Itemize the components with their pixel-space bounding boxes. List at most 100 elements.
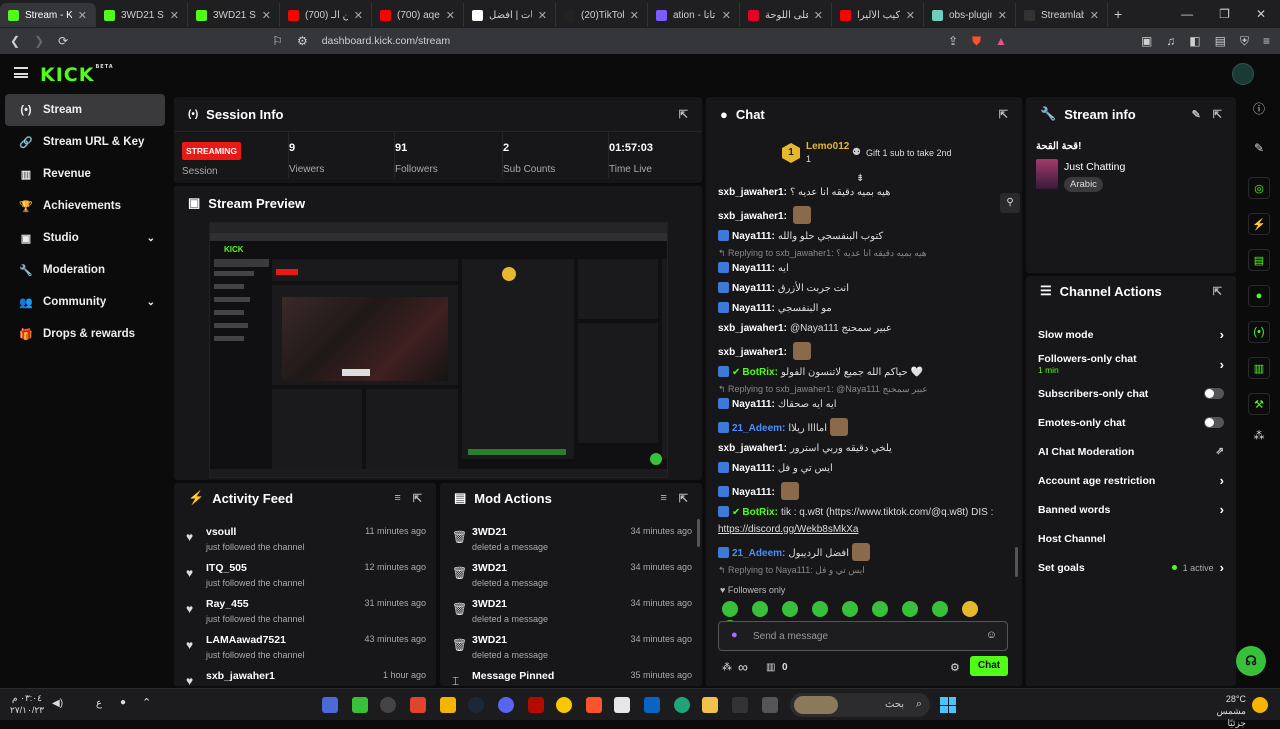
acrobat-icon[interactable] <box>528 697 544 713</box>
speaker-icon[interactable]: ◀) <box>52 698 63 709</box>
popout-icon[interactable]: ⇱ <box>1213 108 1222 121</box>
app-icon-15[interactable] <box>732 697 748 713</box>
back-icon[interactable]: ❮ <box>10 34 20 48</box>
app-icon-5[interactable] <box>440 697 456 713</box>
tab-close-icon[interactable]: ✕ <box>1090 9 1099 22</box>
popout-icon[interactable]: ⇱ <box>413 492 422 505</box>
browser-tab[interactable]: ation - فعالية تاتا ✕ <box>648 3 740 27</box>
outlook-icon[interactable] <box>644 697 660 713</box>
screenshot-icon[interactable]: ▣ <box>1141 34 1152 48</box>
tab-close-icon[interactable]: ✕ <box>78 9 87 22</box>
chat-username[interactable]: sxb_jawaher1: <box>718 443 787 454</box>
chevron-right-icon[interactable]: › <box>1220 327 1224 342</box>
language-tag[interactable]: Arabic <box>1064 177 1103 192</box>
kick-logo[interactable]: KICKBETA <box>40 64 114 86</box>
stack-icon[interactable]: ▥ <box>1248 357 1270 379</box>
reload-icon[interactable]: ⟳ <box>58 34 68 48</box>
mod-actions-scrollbar[interactable] <box>697 519 700 547</box>
channel-action-slow-mode[interactable]: Slow mode › <box>1026 320 1236 349</box>
language-indicator[interactable]: ع <box>96 698 102 709</box>
emote-button[interactable] <box>722 601 738 617</box>
chevron-down-icon[interactable]: ⌄ <box>147 297 155 308</box>
rewards-icon[interactable]: ▲ <box>995 34 1007 48</box>
chat-message[interactable]: Naya111: <box>718 479 998 503</box>
popout-icon[interactable]: ⇱ <box>1213 285 1222 298</box>
new-tab-icon[interactable]: + <box>1114 6 1122 22</box>
chat-username[interactable]: BotRix: <box>742 507 778 518</box>
mod-action-row[interactable]: 🗑 3WD21 deleted a message 34 minutes ago <box>440 521 702 557</box>
chat-tool-icon[interactable]: ● <box>1248 285 1270 307</box>
edit-tool-icon[interactable]: ✎ <box>1244 141 1274 155</box>
chat-message[interactable]: ✔ BotRix: tik : q.w8t (https://www.tiktok.… <box>718 503 998 523</box>
emote-button[interactable] <box>752 601 768 617</box>
chat-message[interactable]: sxb_jawaher1: <box>718 339 998 363</box>
mod-action-row[interactable]: 🗑 3WD21 deleted a message 34 minutes ago <box>440 557 702 593</box>
chat-input[interactable]: ● Send a message ☺ <box>718 621 1008 651</box>
channel-action-host-channel[interactable]: Host Channel <box>1026 524 1236 553</box>
activity-row[interactable]: ♥ sxb_jawaher1 1 hour ago <box>174 665 436 686</box>
menu-icon[interactable]: ≡ <box>1263 34 1270 48</box>
channel-action-followers-only-chat[interactable]: Followers-only chat 1 min › <box>1026 349 1236 379</box>
emote-button[interactable] <box>812 601 828 617</box>
sidebar-item-drops-rewards[interactable]: 🎁 Drops & rewards <box>5 318 165 350</box>
taskbar-search[interactable]: بحث ⌕ <box>790 693 930 717</box>
filter-icon[interactable]: ≡ <box>660 492 666 505</box>
notes-icon[interactable]: ▤ <box>1248 249 1270 271</box>
tab-close-icon[interactable]: ✕ <box>262 9 271 22</box>
stream-preview-video[interactable]: KICK <box>209 222 668 478</box>
chevron-right-icon[interactable]: › <box>1220 473 1224 488</box>
sidebar-item-moderation[interactable]: 🔧 Moderation <box>5 254 165 286</box>
chat-message[interactable]: Naya111: ايس تي و فل <box>718 459 998 479</box>
lightning-icon[interactable]: ⚡ <box>1248 213 1270 235</box>
chat-message[interactable]: sxb_jawaher1: @Naya111 عبير سمحنج <box>718 319 998 339</box>
activity-username[interactable]: vsoull <box>206 526 236 538</box>
edge-icon[interactable] <box>674 697 690 713</box>
activity-username[interactable]: ITQ_505 <box>206 562 247 574</box>
browser-tab[interactable]: obs-plugin.stream ✕ <box>924 3 1016 27</box>
emote-bar[interactable] <box>722 601 1012 636</box>
chat-username[interactable]: sxb_jawaher1: <box>718 347 787 358</box>
browser-tab[interactable]: (700) عيني من الـ ✕ <box>280 3 372 27</box>
emote-button[interactable] <box>842 601 858 617</box>
mod-action-user[interactable]: Message Pinned <box>472 670 554 682</box>
tray-overflow-icon[interactable]: ⌃ <box>142 696 151 709</box>
activity-row[interactable]: ♥ LAMAawad7521 just followed the channel 43… <box>174 629 436 665</box>
emote-button[interactable] <box>932 601 948 617</box>
app-icon-9[interactable] <box>556 697 572 713</box>
tab-close-icon[interactable]: ✕ <box>998 9 1007 22</box>
activity-username[interactable]: sxb_jawaher1 <box>206 670 275 682</box>
steam-icon[interactable] <box>468 697 484 713</box>
tab-close-icon[interactable]: ✕ <box>538 9 547 22</box>
tab-close-icon[interactable]: ✕ <box>906 9 915 22</box>
chat-message[interactable]: Naya111: انت جربت الأزرق <box>718 279 998 299</box>
weather-widget[interactable]: 28°C مشمس جزئيًا <box>1196 693 1246 729</box>
sidebar-item-stream-url-key[interactable]: 🔗 Stream URL & Key <box>5 126 165 158</box>
wallet-icon[interactable]: ▤ <box>1215 34 1226 48</box>
chat-username[interactable]: Naya111: <box>732 463 775 474</box>
browser-tab[interactable]: (700) aqeLa3 fm ✕ <box>372 3 464 27</box>
mod-action-row[interactable]: 🗑 3WD21 deleted a message 34 minutes ago <box>440 629 702 665</box>
chevron-down-icon[interactable]: ⌄ <box>147 233 155 244</box>
activity-username[interactable]: LAMAawad7521 <box>206 634 286 646</box>
browser-tab[interactable]: شرح تركيب الأليرا ✕ <box>832 3 924 27</box>
chevron-right-icon[interactable]: › <box>1220 502 1224 517</box>
app-icon-16[interactable] <box>762 697 778 713</box>
chat-message[interactable]: Naya111: كتوب البنفسجي حلو والله <box>718 227 998 247</box>
brave-shield-icon[interactable]: ⛊ <box>972 34 981 49</box>
chat-message[interactable]: Naya111: ايه ايه صحقاك <box>718 395 998 415</box>
chat-message[interactable]: sxb_jawaher1: <box>718 203 998 227</box>
chat-username[interactable]: Naya111: <box>732 487 775 498</box>
mod-action-user[interactable]: 3WD21 <box>472 562 507 574</box>
mod-action-user[interactable]: 3WD21 <box>472 526 507 538</box>
filter-icon[interactable]: ≡ <box>394 492 400 505</box>
tab-close-icon[interactable]: ✕ <box>170 9 179 22</box>
activity-row[interactable]: ♥ ITQ_505 just followed the channel 12 minu… <box>174 557 436 593</box>
emote-button[interactable] <box>872 601 888 617</box>
channel-action-subscribers-only-chat[interactable]: Subscribers-only chat <box>1026 379 1236 408</box>
emote-button[interactable] <box>962 601 978 617</box>
channel-action-ai-chat-moderation[interactable]: AI Chat Moderation ⇗ <box>1026 437 1236 466</box>
chat-messages[interactable]: sxb_jawaher1: هيه بميه دقيقه انا عديه ؟ sx… <box>718 183 998 577</box>
popout-icon[interactable]: ⇱ <box>679 108 688 121</box>
vpn-icon[interactable]: ⛨ <box>1240 34 1249 49</box>
channel-action-set-goals[interactable]: Set goals 1 active › <box>1026 553 1236 582</box>
